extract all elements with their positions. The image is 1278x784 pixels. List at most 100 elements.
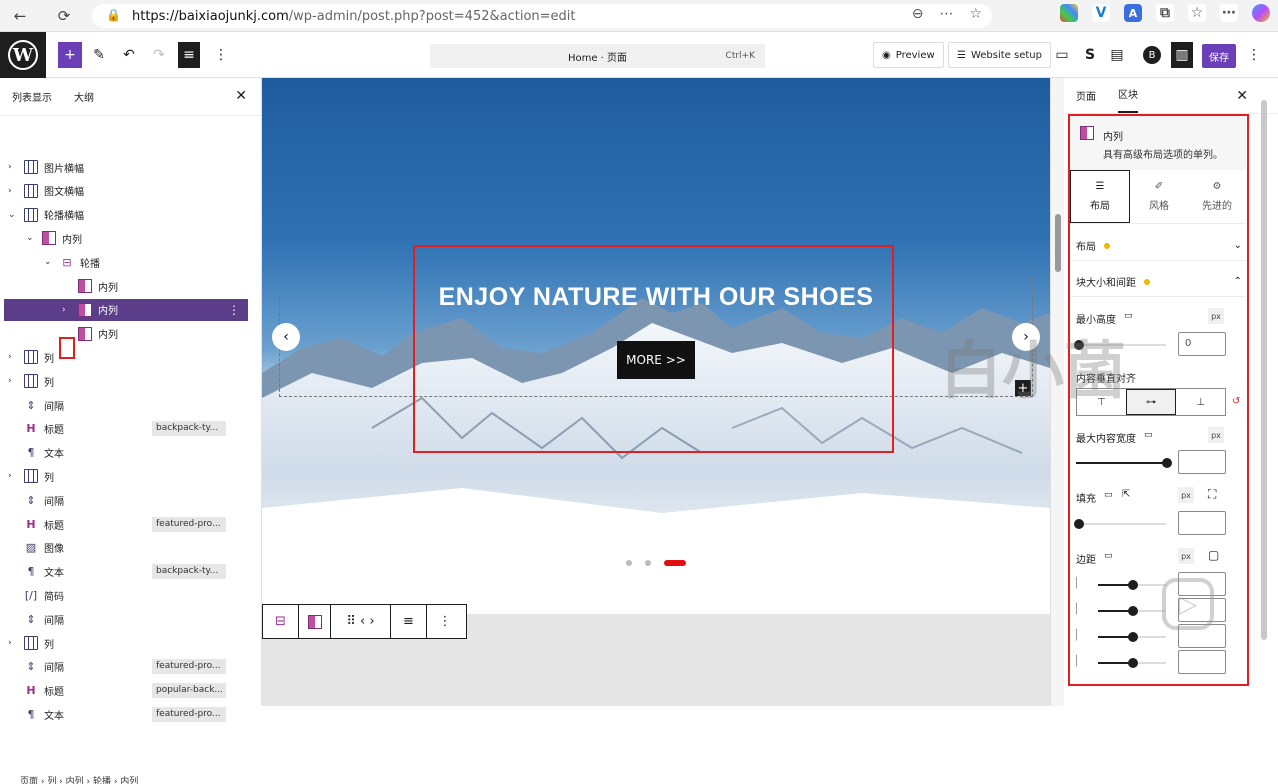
eye-icon: ◉ — [882, 49, 891, 61]
settings-scrollbar[interactable] — [1260, 100, 1268, 700]
block-anchor-badge: featured-pro... — [152, 706, 226, 722]
tree-row[interactable]: H 标题 featured-pro... — [4, 513, 248, 535]
tree-row-label: 图片横幅 — [44, 163, 84, 175]
device-preview-icon[interactable]: ▭ — [1052, 42, 1072, 68]
block-inserter-icon[interactable]: + — [58, 42, 82, 68]
command-palette[interactable]: Home · 页面 Ctrl+K — [430, 44, 765, 68]
paragraph-icon: ¶ — [27, 565, 35, 579]
tab-list-view[interactable]: 列表显示 — [12, 89, 52, 104]
chevron-down-icon[interactable]: ⌄ — [8, 210, 16, 220]
tree-row[interactable]: ¶ 文本 featured-pro... — [4, 703, 248, 725]
chevron-right-icon[interactable]: › — [8, 186, 12, 196]
document-icon[interactable]: ▤ — [1107, 42, 1127, 68]
shortcode-icon: [/] — [24, 588, 38, 602]
block-anchor-badge: featured-pro... — [152, 516, 226, 532]
hero-slide[interactable]: ENJOY NATURE WITH OUR SHOES MORE >> ‹ › … — [262, 78, 1050, 618]
tree-row[interactable]: ⌄ ⊟ 轮播 — [4, 251, 248, 273]
close-icon[interactable]: ✕ — [235, 88, 247, 104]
tree-row-label: 轮播 — [80, 258, 100, 270]
row-options-icon[interactable]: ⋮ — [228, 303, 240, 317]
slide-dot[interactable] — [645, 560, 651, 566]
tree-row[interactable]: ⇕ 间隔 — [4, 608, 248, 630]
tree-row[interactable]: ⇕ 间隔 — [4, 489, 248, 511]
heading-icon: H — [26, 422, 36, 436]
editor-toolbar: W + ✎ ↶ ↷ ≡ ⋮ Home · 页面 Ctrl+K ◉ Preview… — [0, 32, 1278, 78]
tree-row[interactable]: › 列 — [4, 370, 248, 392]
options-menu-icon[interactable]: ⋮ — [1246, 42, 1262, 68]
image-icon: ▨ — [25, 541, 37, 555]
tree-row[interactable]: ¶ 文本 backpack-ty... — [4, 561, 248, 583]
tree-row-label: 文本 — [44, 449, 64, 461]
chevron-right-icon[interactable]: › — [8, 376, 12, 386]
url-host: https://baixiaojunkj.com — [132, 8, 289, 24]
block-anchor-badge: backpack-ty... — [152, 421, 226, 437]
chevron-right-icon[interactable]: › — [8, 638, 12, 648]
tree-row[interactable]: › 内列 ⋮ — [4, 298, 248, 321]
chevron-right-icon[interactable]: › — [8, 162, 12, 172]
tree-row[interactable]: H 标题 backpack-ty... — [4, 418, 248, 440]
tree-row[interactable]: ⇕ 间隔 featured-pro... — [4, 656, 248, 678]
favorite-star-icon[interactable]: ☆ — [969, 6, 982, 22]
plugin-b-icon[interactable]: B — [1143, 46, 1161, 64]
slide-dot[interactable] — [626, 560, 632, 566]
website-setup-button[interactable]: ☰ Website setup — [948, 42, 1051, 68]
tree-row[interactable]: 内列 — [4, 323, 248, 345]
tree-row[interactable]: ▨ 图像 — [4, 537, 248, 559]
tab-outline[interactable]: 大纲 — [74, 89, 94, 104]
tab-page[interactable]: 页面 — [1076, 88, 1096, 113]
tree-row[interactable]: › 图片横幅 — [4, 156, 248, 178]
zoom-icon[interactable]: ⊖ — [912, 6, 924, 22]
more-dots-icon[interactable]: ⋯ — [939, 6, 953, 22]
copilot-icon[interactable] — [1252, 4, 1270, 22]
tree-row[interactable]: › 列 — [4, 632, 248, 654]
tree-row[interactable]: ⌄ 内列 — [4, 227, 248, 249]
columns-icon — [24, 636, 38, 650]
extension-translate-icon[interactable]: A — [1124, 4, 1142, 22]
block-type-inner-column-icon[interactable] — [299, 605, 331, 638]
tree-row[interactable]: ⌄ 轮播横幅 — [4, 204, 248, 226]
tree-row[interactable]: › 图文横幅 — [4, 180, 248, 202]
document-overview-icon[interactable]: ≡ — [178, 42, 200, 68]
chevron-right-icon[interactable]: › — [8, 352, 12, 362]
extension-flower-icon[interactable] — [1060, 4, 1078, 22]
redo-icon[interactable]: ↷ — [148, 42, 170, 68]
prev-slide-arrow-icon[interactable]: ‹ — [272, 323, 300, 351]
address-bar[interactable]: 🔒 https://baixiaojunkj.com/wp-admin/post… — [92, 4, 992, 28]
parent-carousel-icon[interactable]: ⊟ — [263, 605, 299, 638]
tree-row[interactable]: H 标题 popular-back... — [4, 680, 248, 702]
tree-row[interactable]: ¶ 文本 — [4, 442, 248, 464]
tree-row-label: 文本 — [44, 568, 64, 580]
close-settings-icon[interactable]: ✕ — [1236, 88, 1248, 114]
save-button[interactable]: 保存 — [1202, 44, 1236, 68]
back-icon[interactable]: ← — [6, 2, 34, 30]
align-icon[interactable]: ≡ — [391, 605, 427, 638]
tree-row[interactable]: › 列 — [4, 346, 248, 368]
extensions-puzzle-icon[interactable]: ⧉ — [1156, 4, 1174, 22]
chevron-down-icon[interactable]: ⌄ — [26, 233, 34, 243]
tree-row[interactable]: 内列 — [4, 275, 248, 297]
chevron-right-icon[interactable]: › — [62, 305, 66, 315]
undo-icon[interactable]: ↶ — [118, 42, 140, 68]
settings-sidebar-icon[interactable]: ▥ — [1171, 42, 1193, 68]
block-anchor-badge: featured-pro... — [152, 659, 226, 675]
more-tools-icon[interactable]: ⋮ — [210, 42, 232, 68]
slide-dot[interactable] — [664, 560, 686, 566]
edit-pencil-icon[interactable]: ✎ — [88, 42, 110, 68]
block-options-icon[interactable]: ⋮ — [427, 605, 463, 638]
paragraph-icon: ¶ — [27, 446, 35, 460]
browser-menu-icon[interactable]: ⋯ — [1220, 4, 1238, 22]
drag-move-icon[interactable]: ⠿ ‹ › — [331, 605, 391, 638]
tab-block[interactable]: 区块 — [1118, 86, 1138, 113]
list-icon: ☰ — [957, 49, 966, 61]
extension-v-icon[interactable]: V — [1092, 4, 1110, 22]
chevron-down-icon[interactable]: ⌄ — [44, 257, 52, 267]
tree-row[interactable]: [/] 简码 — [4, 584, 248, 606]
preview-button[interactable]: ◉ Preview — [873, 42, 944, 68]
stackable-icon[interactable]: S — [1080, 42, 1100, 68]
favorites-icon[interactable]: ☆ — [1188, 4, 1206, 22]
refresh-icon[interactable]: ⟳ — [50, 2, 78, 30]
tree-row[interactable]: ⇕ 间隔 — [4, 394, 248, 416]
tree-row[interactable]: › 列 — [4, 465, 248, 487]
chevron-right-icon[interactable]: › — [8, 471, 12, 481]
wordpress-logo-icon[interactable]: W — [0, 32, 46, 78]
